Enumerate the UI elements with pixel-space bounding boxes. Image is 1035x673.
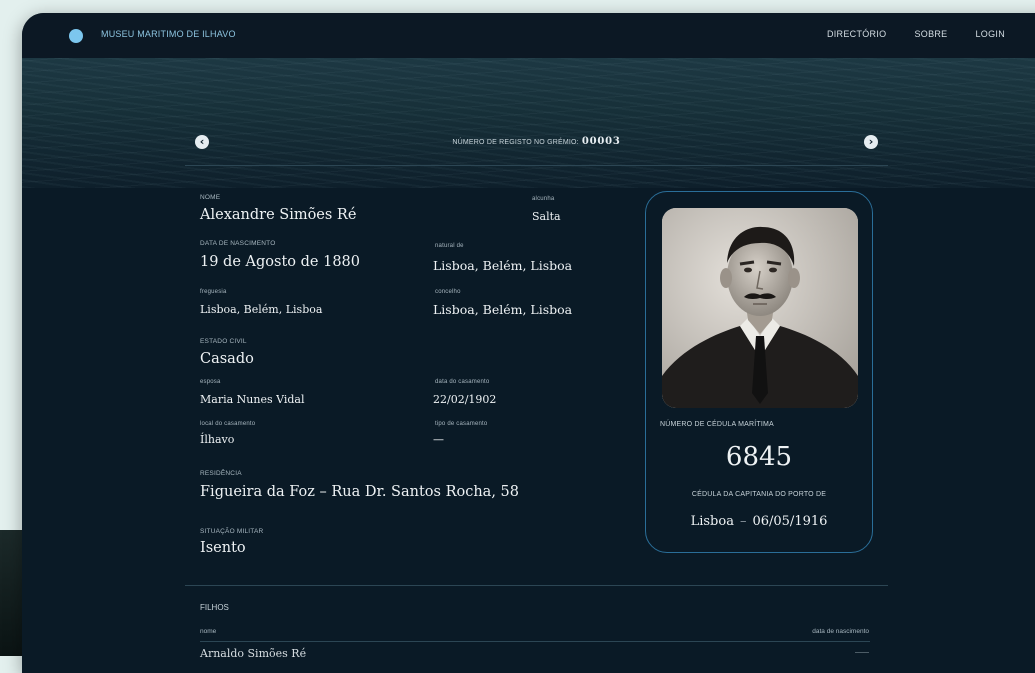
tipo-casamento-label: tipo de casamento — [435, 421, 488, 427]
natural-label: natural de — [435, 243, 464, 249]
registry-label: NÚMERO DE REGISTO NO GRÉMIO: — [452, 139, 579, 146]
esposa-label: esposa — [200, 379, 221, 385]
alcunha-label: alcunha — [532, 196, 555, 202]
nome-label: NOME — [200, 194, 221, 201]
porto-data-line: Lisboa –06/05/1916 — [646, 514, 872, 529]
registry-number-line: NÚMERO DE REGISTO NO GRÉMIO: 00003 — [185, 136, 888, 147]
tipo-casamento-value: — — [433, 433, 444, 446]
residencia-value: Figueira da Foz – Rua Dr. Santos Rocha, … — [200, 484, 519, 500]
filhos-row-name: Arnaldo Simões Ré — [200, 647, 307, 660]
cedula-number: 6845 — [725, 442, 793, 472]
data-casamento-label: data do casamento — [435, 379, 490, 385]
filhos-col-data: data de nascimento — [812, 628, 869, 635]
situacao-militar-value: Isento — [200, 540, 246, 556]
residencia-label: RESIDÊNCIA — [200, 470, 242, 477]
registry-number: 00003 — [581, 136, 621, 147]
data-casamento-value: 22/02/1902 — [433, 393, 497, 406]
freguesia-label: freguesia — [200, 289, 227, 295]
nascimento-value: 19 de Agosto de 1880 — [200, 254, 360, 270]
situacao-militar-label: SITUAÇÃO MILITAR — [200, 528, 264, 535]
top-navigation: MUSEU MARITIMO DE ILHAVO DIRECTÓRIO SOBR… — [22, 13, 1035, 58]
app-window: MUSEU MARITIMO DE ILHAVO DIRECTÓRIO SOBR… — [22, 13, 1035, 673]
separator-dash: – — [739, 514, 747, 529]
section-divider — [185, 585, 888, 586]
nav-login-link[interactable]: LOGIN — [975, 29, 1005, 39]
porto-value: Lisboa — [690, 514, 734, 529]
local-casamento-value: Ílhavo — [200, 433, 235, 446]
brand-name[interactable]: MUSEU MARITIMO DE ILHAVO — [101, 29, 236, 39]
alcunha-value: Salta — [532, 210, 561, 223]
freguesia-value: Lisboa, Belém, Lisboa — [200, 303, 323, 316]
filhos-col-nome: nome — [200, 628, 217, 635]
portrait-photo — [662, 208, 858, 408]
nav-sobre-link[interactable]: SOBRE — [914, 29, 947, 39]
portrait-image — [662, 208, 858, 408]
estado-civil-value: Casado — [200, 351, 254, 367]
nav-directorio-link[interactable]: DIRECTÓRIO — [827, 29, 887, 39]
hero-banner — [22, 58, 1035, 188]
natural-value: Lisboa, Belém, Lisboa — [433, 258, 573, 273]
nascimento-label: DATA DE NASCIMENTO — [200, 240, 276, 247]
concelho-label: concelho — [435, 289, 461, 295]
registry-bar: ‹ NÚMERO DE REGISTO NO GRÉMIO: 00003 › — [185, 133, 888, 166]
local-casamento-label: local do casamento — [200, 421, 256, 427]
filhos-row-date: —— — [855, 649, 869, 656]
cedula-date-value: 06/05/1916 — [752, 514, 828, 529]
maritime-id-card: NÚMERO DE CÉDULA MARÍTIMA 6845 CÉDULA DA… — [645, 191, 873, 553]
table-header-divider — [200, 641, 870, 642]
estado-civil-label: ESTADO CIVIL — [200, 338, 247, 345]
nav-links: DIRECTÓRIO SOBRE LOGIN — [827, 29, 1005, 39]
capitania-label: CÉDULA DA CAPITANIA DO PORTO DE — [691, 491, 827, 498]
next-record-arrow-icon[interactable]: › — [864, 135, 878, 149]
esposa-value: Maria Nunes Vidal — [200, 393, 305, 406]
museum-logo-icon[interactable] — [69, 29, 83, 43]
nome-value: Alexandre Simões Ré — [200, 207, 357, 223]
filhos-heading: FILHOS — [200, 603, 229, 612]
cedula-label: NÚMERO DE CÉDULA MARÍTIMA — [660, 421, 774, 428]
concelho-value: Lisboa, Belém, Lisboa — [433, 302, 573, 317]
